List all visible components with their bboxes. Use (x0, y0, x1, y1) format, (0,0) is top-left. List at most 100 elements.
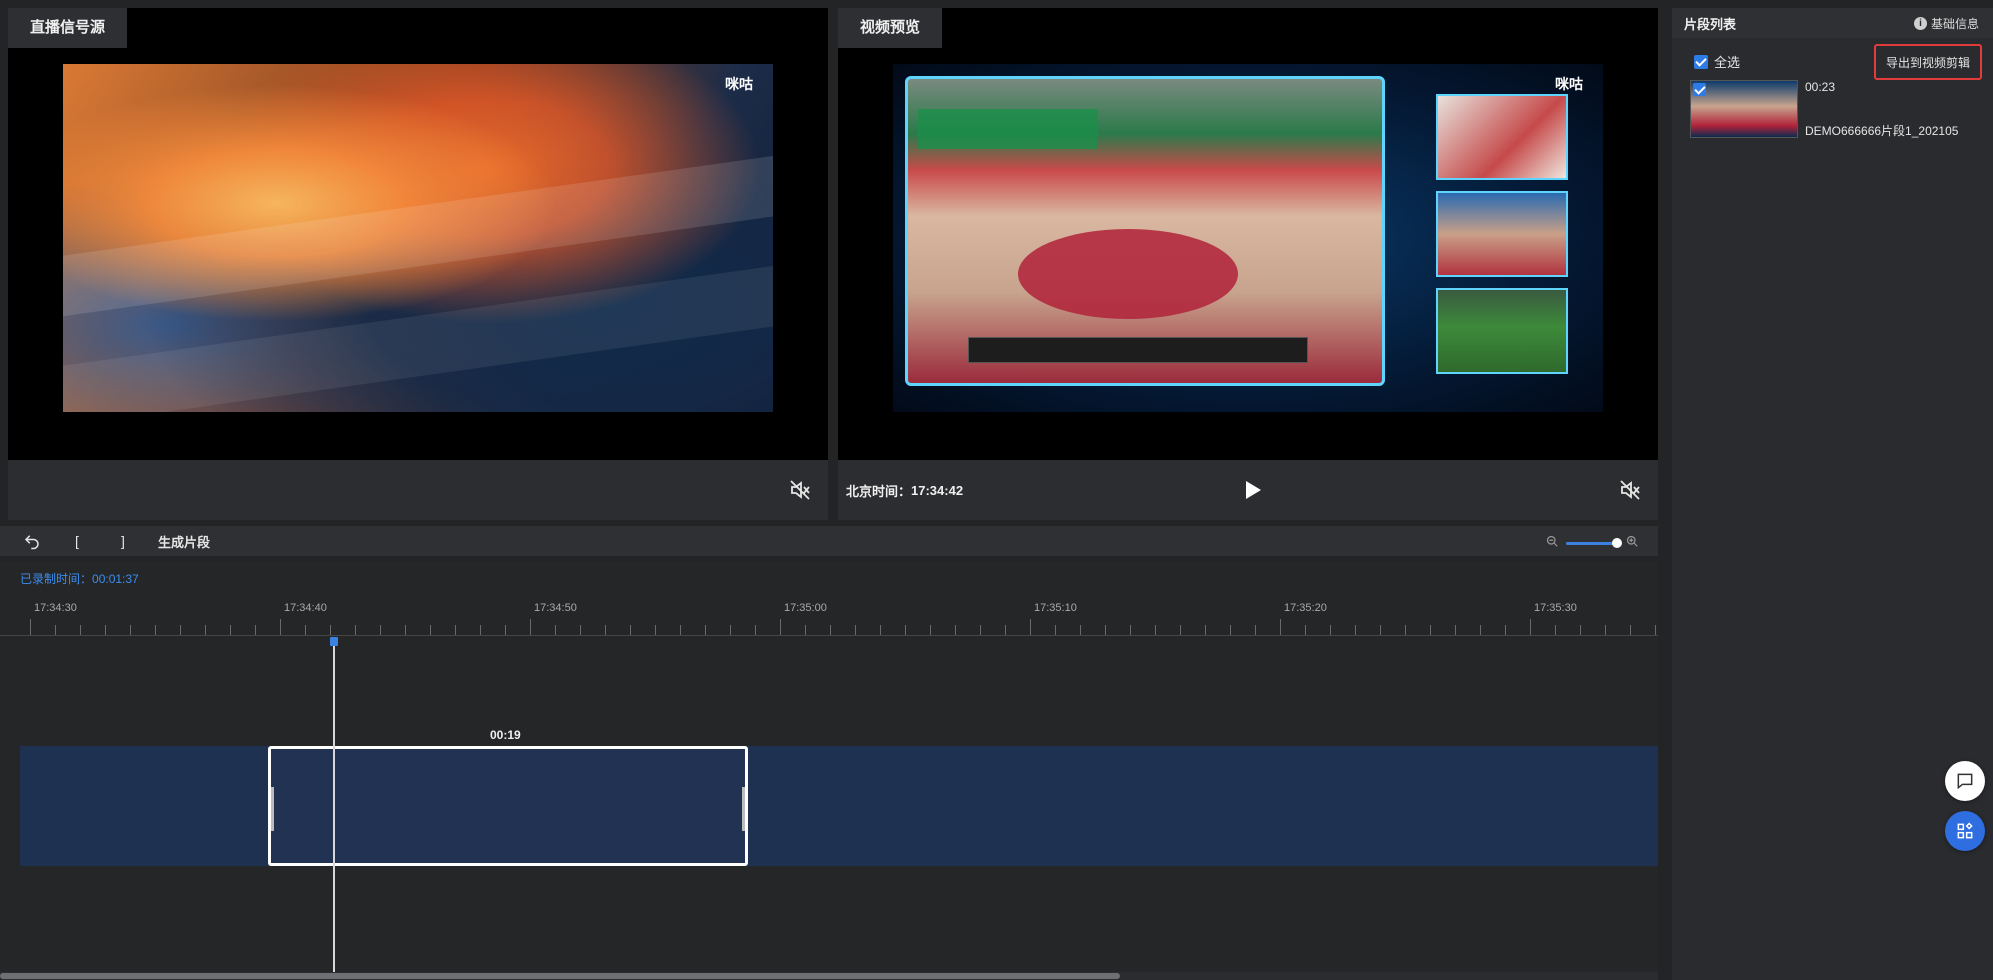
ruler-tick (205, 625, 206, 635)
preview-control-bar: 北京时间： 17:34:42 (838, 460, 1658, 520)
ruler-tick (530, 619, 531, 635)
export-to-video-edit-button[interactable]: 导出到视频剪辑 (1874, 44, 1982, 80)
info-icon: i (1913, 17, 1927, 30)
ruler-tick (630, 625, 631, 635)
zoom-out-icon[interactable] (1546, 534, 1558, 552)
ruler-tick (1405, 625, 1406, 635)
ruler-tick (855, 625, 856, 635)
ruler-tick (55, 625, 56, 635)
video-preview-panel: 咪咕 视频预览 北京时间： 17:34:42 (838, 8, 1658, 520)
ruler-tick (1530, 619, 1531, 635)
ruler-tick (305, 625, 306, 635)
ruler-tick-label: 17:34:50 (534, 602, 577, 614)
ruler-tick (80, 625, 81, 635)
selected-clip-range[interactable] (268, 746, 748, 866)
ruler-tick (255, 625, 256, 635)
ruler-tick (430, 625, 431, 635)
ruler-tick-label: 17:34:40 (284, 602, 327, 614)
ruler-tick-label: 17:35:20 (1284, 602, 1327, 614)
clip-duration-label: 00:19 (490, 728, 521, 742)
recorded-time-label: 已录制时间： (20, 572, 93, 586)
camera-thumbnail (1436, 288, 1568, 374)
ruler-tick (580, 625, 581, 635)
preview-video-area: 咪咕 视频预览 (838, 8, 1658, 460)
checkbox-checked-icon[interactable] (1694, 54, 1708, 69)
recording-track[interactable] (20, 746, 1658, 866)
live-video-area: 咪咕 直播信号源 (8, 8, 828, 460)
mark-in-button[interactable]: [ (66, 526, 88, 556)
ruler-tick (730, 625, 731, 635)
ruler-tick (1055, 625, 1056, 635)
edit-toolbar: [ ] 生成片段 (0, 526, 1658, 556)
ruler-tick (1180, 625, 1181, 635)
ruler-tick (1205, 625, 1206, 635)
ruler-tick (1105, 625, 1106, 635)
time-ruler[interactable]: 17:34:30 17:34:40 17:34:50 17:35:00 17:35:10… (0, 590, 1658, 636)
ruler-tick (880, 625, 881, 635)
apps-grid-icon[interactable] (1945, 811, 1985, 851)
mute-speaker-icon[interactable] (788, 478, 812, 502)
generate-clip-button[interactable]: 生成片段 (158, 526, 210, 556)
select-all-checkbox[interactable]: 全选 (1694, 52, 1740, 71)
ruler-tick (230, 625, 231, 635)
ruler-tick (330, 625, 331, 635)
ruler-tick-label: 17:35:00 (784, 602, 827, 614)
ruler-tick (1030, 619, 1031, 635)
ruler-tick (1255, 625, 1256, 635)
undo-icon[interactable] (20, 526, 44, 556)
clip-checkbox[interactable] (1693, 83, 1706, 96)
camera-thumbnail (1436, 94, 1568, 180)
ruler-tick (780, 619, 781, 635)
ruler-tick (1430, 625, 1431, 635)
play-icon[interactable] (1240, 478, 1264, 502)
ruler-tick (455, 625, 456, 635)
timeline-scrollbar-thumb[interactable] (0, 973, 1120, 979)
basic-info-label: 基础信息 (1930, 17, 1979, 31)
ruler-tick (1455, 625, 1456, 635)
ruler-tick (1305, 625, 1306, 635)
basic-info-button[interactable]: i 基础信息 (1913, 15, 1979, 32)
ruler-tick (1080, 625, 1081, 635)
ruler-tick (1380, 625, 1381, 635)
ruler-tick (805, 625, 806, 635)
clip-item-name: DEMO666666片段1_202105 (1805, 124, 1959, 138)
ruler-tick (1005, 625, 1006, 635)
clip-right-handle[interactable] (742, 787, 745, 831)
playhead-line[interactable] (333, 637, 335, 980)
ruler-tick (1155, 625, 1156, 635)
court-banner (918, 109, 1098, 149)
ruler-tick (30, 619, 31, 635)
ruler-tick (1130, 625, 1131, 635)
ruler-tick (130, 625, 131, 635)
ruler-tick (830, 625, 831, 635)
beijing-time-value: 17:34:42 (911, 482, 964, 498)
playhead-handle[interactable] (330, 637, 338, 646)
mark-out-button[interactable]: ] (112, 526, 134, 556)
ruler-tick (1555, 625, 1556, 635)
ruler-tick (1330, 625, 1331, 635)
ruler-tick (355, 625, 356, 635)
zoom-slider-knob[interactable] (1612, 537, 1622, 548)
ruler-tick (605, 625, 606, 635)
recorded-time: 已录制时间：00:01:37 (20, 570, 139, 587)
ruler-tick (405, 625, 406, 635)
court-key (1018, 229, 1238, 319)
ruler-tick (180, 625, 181, 635)
ruler-tick (105, 625, 106, 635)
zoom-in-icon[interactable] (1626, 534, 1638, 552)
ruler-tick (505, 625, 506, 635)
basketball-court-feed (905, 76, 1385, 386)
timeline-scrollbar[interactable] (0, 972, 1658, 980)
live-source-panel: 咪咕 直播信号源 (8, 8, 828, 520)
clip-list-item[interactable]: 00:23 DEMO666666片段1_202105 (1690, 80, 1980, 142)
chat-bubble-icon[interactable] (1945, 761, 1985, 801)
ruler-tick (705, 625, 706, 635)
ruler-tick (155, 625, 156, 635)
ruler-tick (1605, 625, 1606, 635)
zoom-slider[interactable] (1566, 537, 1622, 548)
clip-left-handle[interactable] (271, 787, 274, 831)
ruler-tick-label: 17:35:10 (1034, 602, 1077, 614)
live-video-frame: 咪咕 (63, 64, 773, 412)
ruler-tick (1280, 619, 1281, 635)
mute-speaker-icon[interactable] (1618, 478, 1642, 502)
